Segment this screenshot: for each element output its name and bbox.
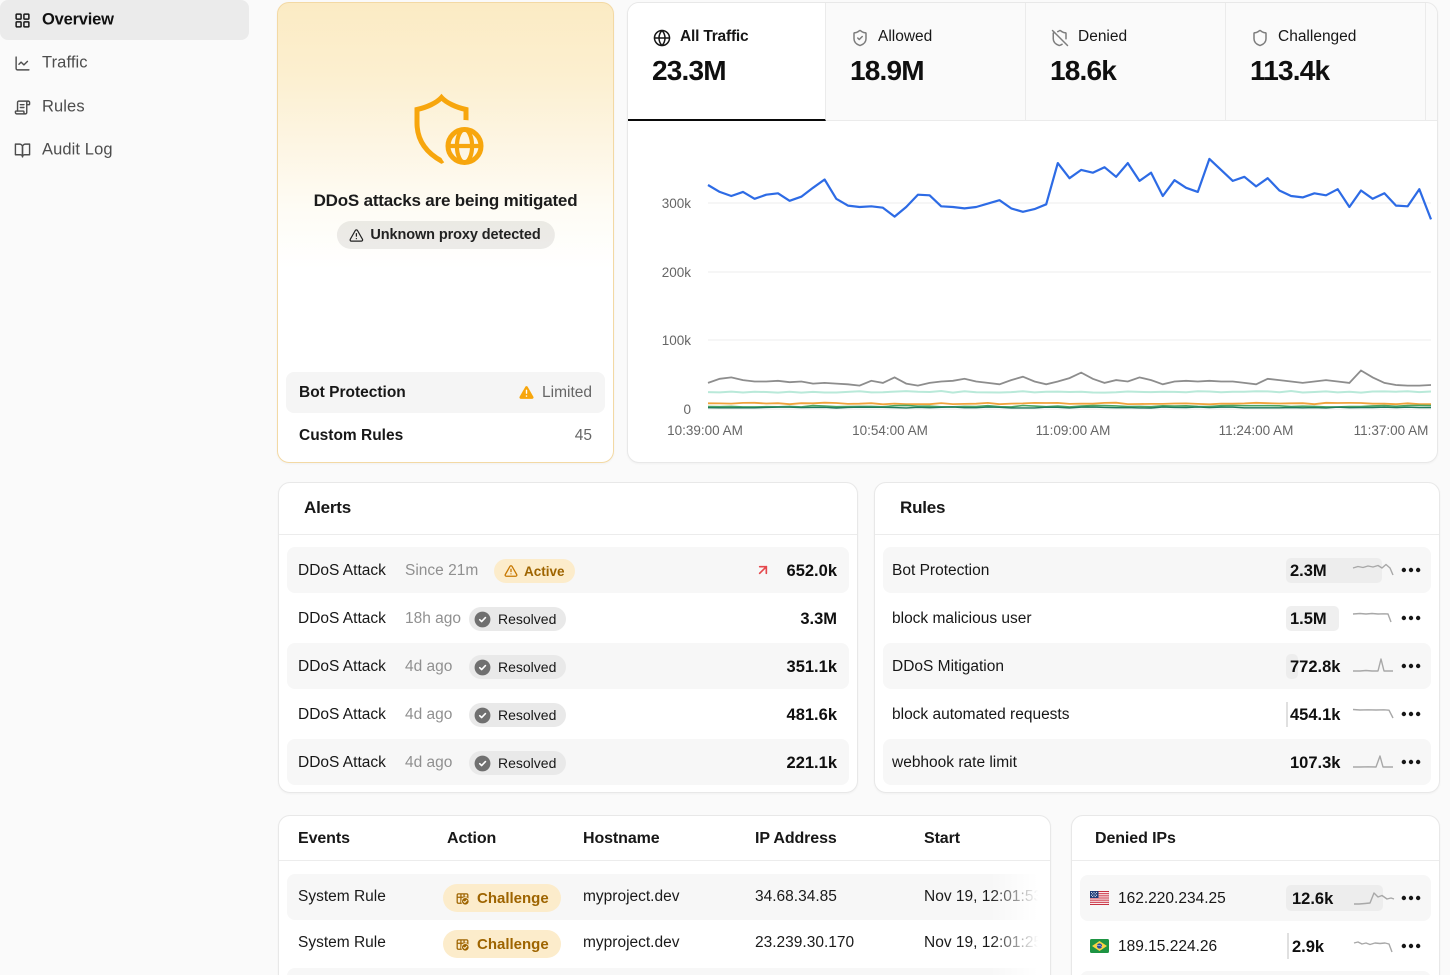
svg-text:10:54:00 AM: 10:54:00 AM [852,423,928,438]
svg-text:0: 0 [683,402,691,417]
svg-text:100k: 100k [662,333,692,348]
svg-text:10:39:00 AM: 10:39:00 AM [667,423,743,438]
svg-text:11:24:00 AM: 11:24:00 AM [1219,423,1294,438]
svg-text:11:37:00 AM: 11:37:00 AM [1354,423,1429,438]
svg-text:200k: 200k [662,265,692,280]
svg-text:300k: 300k [662,196,692,211]
svg-text:11:09:00 AM: 11:09:00 AM [1036,423,1111,438]
